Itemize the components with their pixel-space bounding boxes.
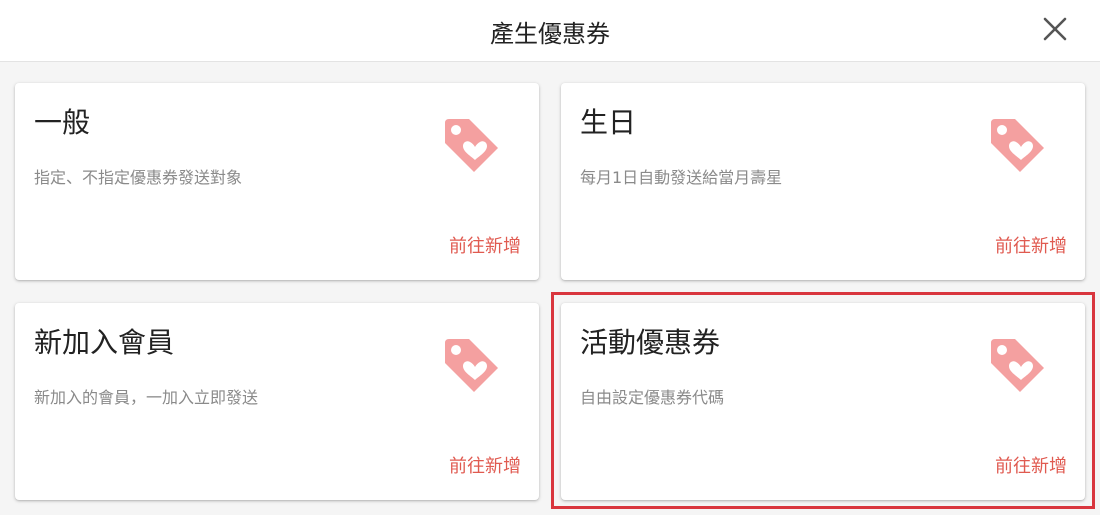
card-general[interactable]: 一般 指定、不指定優惠券發送對象 前往新增 bbox=[15, 83, 539, 280]
card-title: 新加入會員 bbox=[34, 326, 175, 359]
tag-heart-icon bbox=[445, 119, 498, 172]
tag-heart-icon bbox=[991, 339, 1044, 392]
card-title: 一般 bbox=[34, 106, 91, 139]
card-title: 活動優惠券 bbox=[580, 326, 721, 359]
tag-heart-icon bbox=[445, 339, 498, 392]
card-description: 指定、不指定優惠券發送對象 bbox=[34, 168, 243, 187]
card-description: 每月1日自動發送給當月壽星 bbox=[580, 168, 783, 187]
dialog-title: 產生優惠券 bbox=[490, 20, 610, 48]
card-description: 新加入的會員，一加入立即發送 bbox=[34, 388, 259, 407]
go-add-link[interactable]: 前往新增 bbox=[449, 235, 521, 259]
card-description: 自由設定優惠券代碼 bbox=[580, 388, 725, 407]
tag-heart-icon bbox=[991, 119, 1044, 172]
go-add-link[interactable]: 前往新增 bbox=[995, 455, 1067, 479]
card-event-coupon[interactable]: 活動優惠券 自由設定優惠券代碼 前往新增 bbox=[561, 303, 1085, 500]
dialog-header: 產生優惠券 bbox=[0, 0, 1100, 62]
card-title: 生日 bbox=[580, 106, 637, 139]
go-add-link[interactable]: 前往新增 bbox=[449, 455, 521, 479]
card-birthday[interactable]: 生日 每月1日自動發送給當月壽星 前往新增 bbox=[561, 83, 1085, 280]
go-add-link[interactable]: 前往新增 bbox=[995, 235, 1067, 259]
close-button[interactable] bbox=[1038, 12, 1072, 46]
card-new-member[interactable]: 新加入會員 新加入的會員，一加入立即發送 前往新增 bbox=[15, 303, 539, 500]
close-icon bbox=[1043, 17, 1067, 41]
